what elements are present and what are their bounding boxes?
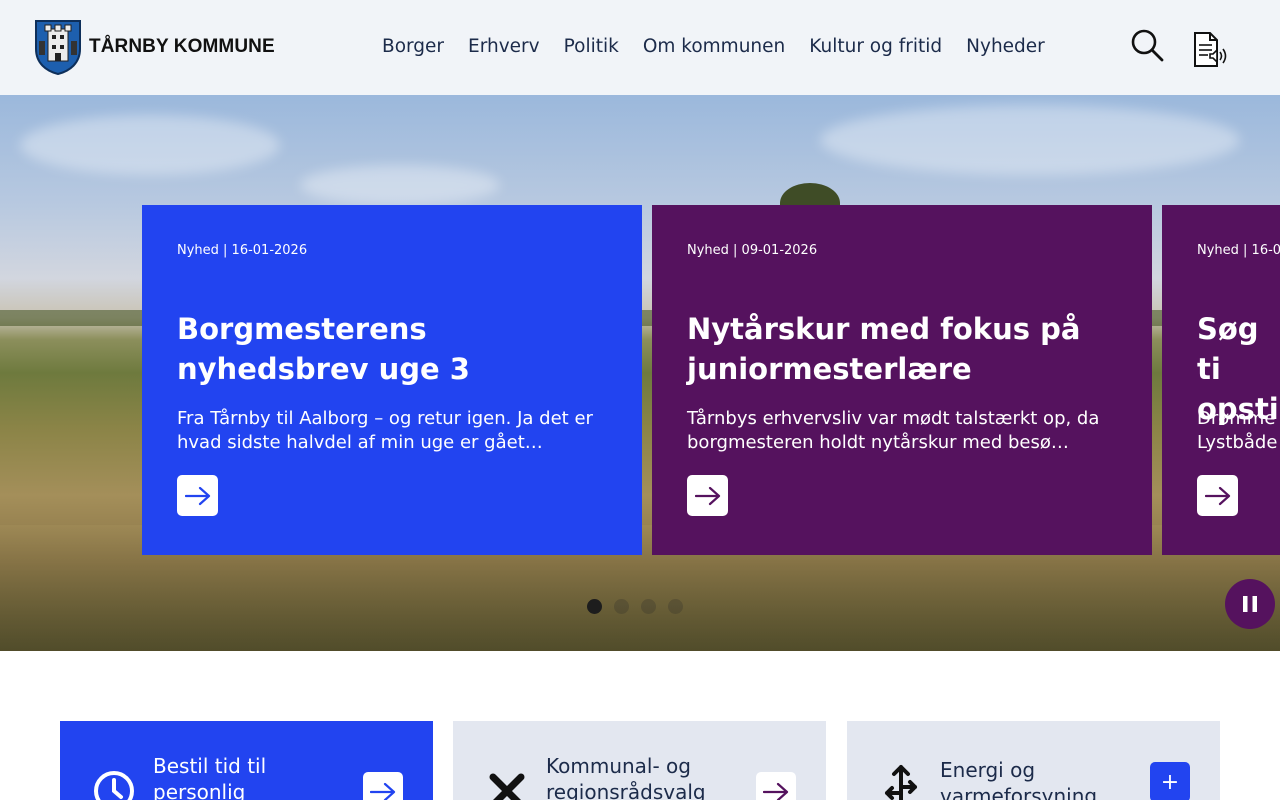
coat-of-arms-icon <box>35 20 81 75</box>
cloud-decoration <box>300 165 500 205</box>
arrow-right-icon <box>694 486 720 505</box>
quick-link-arrow-button[interactable] <box>363 772 403 800</box>
read-aloud-icon <box>1194 32 1227 67</box>
cloud-decoration <box>820 105 1240 175</box>
site-logo[interactable]: TÅRNBY KOMMUNE <box>34 19 275 75</box>
arrow-right-icon <box>184 486 210 505</box>
news-title: Nytårskur med fokus på juniormesterlære <box>687 312 1081 386</box>
quick-link-label: Energi og varmeforsyning <box>940 758 1098 800</box>
nav-item-politik[interactable]: Politik <box>564 36 619 57</box>
news-card[interactable]: Nyhed | 16-0 Søg ti opstil Drømme Lystbå… <box>1162 205 1280 555</box>
news-teaser: Fra Tårnby til Aalborg – og retur igen. … <box>177 408 593 453</box>
search-icon <box>1131 29 1164 62</box>
news-meta: Nyhed | 16-0 <box>1197 243 1280 258</box>
clock-icon <box>94 771 134 800</box>
arrow-right-icon <box>370 782 396 800</box>
site-name: TÅRNBY KOMMUNE <box>89 36 275 57</box>
hero-carousel: Nyhed | 16-01-2026 Borgmesterens nyhedsb… <box>0 95 1280 651</box>
quick-link-energi[interactable]: Energi og varmeforsyning + <box>847 721 1220 800</box>
news-meta: Nyhed | 09-01-2026 <box>687 243 818 258</box>
directions-icon <box>885 765 917 800</box>
nav-item-om-kommunen[interactable]: Om kommunen <box>643 36 785 57</box>
plus-icon: + <box>1160 769 1180 795</box>
nav-item-kultur-og-fritid[interactable]: Kultur og fritid <box>809 36 942 57</box>
news-teaser: Tårnbys erhvervsliv var mødt talstærkt o… <box>687 408 1100 453</box>
carousel-pause-button[interactable] <box>1225 579 1275 629</box>
cloud-decoration <box>20 115 280 175</box>
quick-link-arrow-button[interactable] <box>756 772 796 800</box>
news-meta: Nyhed | 16-01-2026 <box>177 243 308 258</box>
quick-link-label: Kommunal- og regionsrådsvalg <box>546 754 706 800</box>
news-teaser: Drømme Lystbåde <box>1197 408 1278 453</box>
pause-icon <box>1243 596 1257 612</box>
quick-link-bestil-tid[interactable]: Bestil tid til personlig <box>60 721 433 800</box>
carousel-dot[interactable] <box>668 599 683 614</box>
read-more-button[interactable] <box>687 475 728 516</box>
read-more-button[interactable] <box>177 475 218 516</box>
nav-item-nyheder[interactable]: Nyheder <box>966 36 1045 57</box>
nav-item-borger[interactable]: Borger <box>382 36 444 57</box>
arrow-right-icon <box>1204 486 1230 505</box>
carousel-dots <box>587 599 695 614</box>
main-navigation: Borger Erhverv Politik Om kommunen Kultu… <box>382 36 1069 57</box>
ballot-x-icon <box>489 773 525 800</box>
news-card[interactable]: Nyhed | 09-01-2026 Nytårskur med fokus p… <box>652 205 1152 555</box>
carousel-dot[interactable] <box>587 599 602 614</box>
carousel-dot[interactable] <box>614 599 629 614</box>
read-more-button[interactable] <box>1197 475 1238 516</box>
read-aloud-button[interactable] <box>1190 30 1230 70</box>
site-header: TÅRNBY KOMMUNE Borger Erhverv Politik Om… <box>0 0 1280 95</box>
arrow-right-icon <box>763 782 789 800</box>
quick-link-valg[interactable]: Kommunal- og regionsrådsvalg <box>453 721 826 800</box>
news-card[interactable]: Nyhed | 16-01-2026 Borgmesterens nyhedsb… <box>142 205 642 555</box>
quick-link-label: Bestil tid til personlig <box>153 754 267 800</box>
nav-item-erhverv[interactable]: Erhverv <box>468 36 540 57</box>
search-button[interactable] <box>1130 28 1164 62</box>
quick-link-expand-button[interactable]: + <box>1150 762 1190 800</box>
carousel-dot[interactable] <box>641 599 656 614</box>
news-title: Borgmesterens nyhedsbrev uge 3 <box>177 312 470 386</box>
